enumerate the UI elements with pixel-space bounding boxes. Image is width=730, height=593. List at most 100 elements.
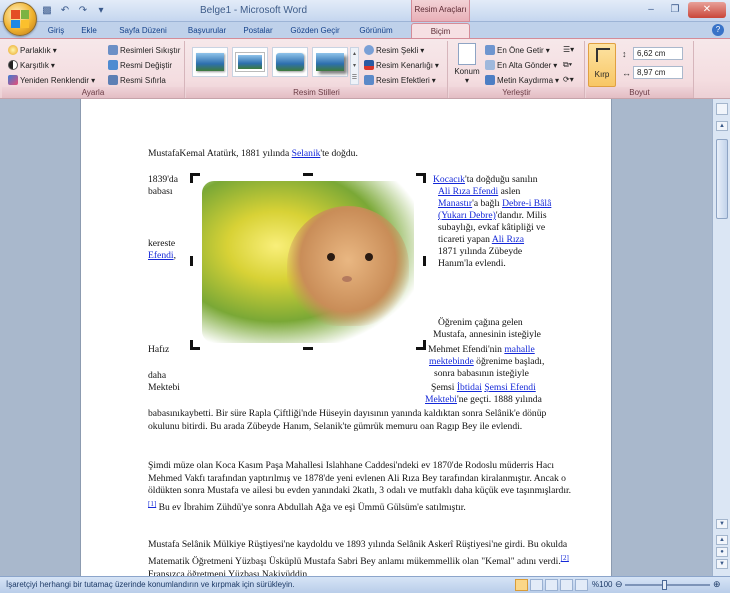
width-input[interactable]: 8,97 cm bbox=[633, 66, 683, 79]
picture-border-button[interactable]: Resim Kenarlığı ▾ bbox=[364, 60, 439, 70]
crop-handle-right[interactable] bbox=[416, 256, 426, 266]
crop-handle-top-left[interactable] bbox=[190, 173, 200, 183]
link-ibtidai[interactable]: İbtidai bbox=[457, 382, 482, 393]
picture-shape-button[interactable]: Resim Şekli ▾ bbox=[364, 45, 424, 55]
bring-to-front-button[interactable]: En Öne Getir ▾ bbox=[485, 45, 550, 55]
link-ali-riza[interactable]: Ali Rıza bbox=[492, 234, 524, 245]
close-icon[interactable]: ✕ bbox=[688, 2, 726, 18]
picture-effects-button[interactable]: Resim Efektleri ▾ bbox=[364, 75, 436, 85]
draft-view-icon[interactable] bbox=[575, 579, 588, 591]
zoom-slider[interactable] bbox=[625, 584, 710, 586]
help-icon[interactable]: ? bbox=[712, 24, 724, 36]
tab-giris[interactable]: Giriş bbox=[40, 23, 72, 38]
next-page-icon[interactable]: ▼ bbox=[716, 559, 728, 569]
right-text-13: sonra babasının isteğiyle bbox=[434, 368, 529, 379]
zoom-level[interactable]: %100 bbox=[592, 580, 612, 589]
recolor-button[interactable]: Yeniden Renklendir ▾ bbox=[8, 75, 95, 85]
web-layout-view-icon[interactable] bbox=[545, 579, 558, 591]
minimize-icon[interactable]: – bbox=[640, 2, 662, 18]
group-objects-icon[interactable]: ⧉▾ bbox=[563, 60, 572, 70]
picture-shape-label: Resim Şekli bbox=[376, 45, 419, 55]
print-layout-view-icon[interactable] bbox=[515, 579, 528, 591]
scroll-down-icon[interactable]: ▼ bbox=[716, 519, 728, 529]
link-mektebinde[interactable]: mektebinde bbox=[429, 356, 474, 367]
scroll-thumb[interactable] bbox=[716, 139, 728, 219]
link-kocacik[interactable]: Kocacık bbox=[433, 174, 465, 185]
crop-handle-top-right[interactable] bbox=[416, 173, 426, 183]
footnote-ref-1[interactable]: [1] bbox=[148, 500, 156, 508]
zoom-in-icon[interactable]: ⊕ bbox=[713, 579, 721, 590]
tab-bicim[interactable]: Biçim bbox=[411, 23, 470, 38]
view-buttons bbox=[515, 579, 588, 591]
previous-page-icon[interactable]: ▲ bbox=[716, 535, 728, 545]
align-icon[interactable]: ☰▾ bbox=[563, 45, 574, 54]
redo-icon[interactable]: ↷ bbox=[76, 4, 90, 18]
picture-style-4[interactable] bbox=[312, 47, 348, 77]
crop-handle-bottom-left[interactable] bbox=[190, 340, 200, 350]
link-mektebi[interactable]: Mektebi bbox=[425, 394, 457, 405]
picture-style-1[interactable] bbox=[192, 47, 228, 77]
office-button[interactable] bbox=[3, 2, 37, 36]
send-to-back-icon bbox=[485, 60, 495, 70]
right-text-1: Kocacık'ta doğduğu sanılın bbox=[433, 174, 538, 185]
tab-postalar[interactable]: Postalar bbox=[238, 23, 278, 38]
right-text-10: Mustafa, annesinin isteğiyle bbox=[433, 329, 541, 340]
left-text-1: 1839'da bbox=[148, 174, 178, 185]
crop-handle-bottom-right[interactable] bbox=[416, 340, 426, 350]
height-input[interactable]: 6,62 cm bbox=[633, 47, 683, 60]
link-semsi-efendi[interactable]: Şemsi Efendi bbox=[484, 382, 535, 393]
link-efendi[interactable]: Efendi bbox=[148, 250, 174, 261]
tab-basvurular[interactable]: Başvurular bbox=[180, 23, 234, 38]
rotate-icon[interactable]: ⟳▾ bbox=[563, 75, 574, 84]
link-manastir[interactable]: Manastır bbox=[438, 198, 472, 209]
title-bar: ▩ ↶ ↷ ▾ Belge1 - Microsoft Word Resim Ar… bbox=[0, 0, 730, 22]
full-screen-reading-view-icon[interactable] bbox=[530, 579, 543, 591]
scroll-up-icon[interactable]: ▲ bbox=[716, 121, 728, 131]
qat-customize-icon[interactable]: ▾ bbox=[94, 4, 108, 18]
picture-style-3[interactable] bbox=[272, 47, 308, 77]
brightness-button[interactable]: Parlaklık ▾ bbox=[8, 45, 57, 55]
crop-handle-bottom[interactable] bbox=[303, 340, 313, 350]
crop-handle-top[interactable] bbox=[303, 173, 313, 183]
link-ali-riza-efendi[interactable]: Ali Rıza Efendi bbox=[438, 186, 498, 197]
group-yerlestir: Konum ▾ En Öne Getir ▾ En Alta Gönder ▾ … bbox=[449, 41, 585, 98]
office-logo-icon bbox=[11, 10, 29, 28]
compress-pictures-button[interactable]: Resimleri Sıkıştır bbox=[108, 45, 180, 55]
contrast-label: Karşıtlık bbox=[20, 60, 49, 70]
contrast-icon bbox=[8, 60, 18, 70]
send-to-back-button[interactable]: En Alta Gönder ▾ bbox=[485, 60, 557, 70]
browse-object-icon[interactable]: ● bbox=[716, 547, 728, 557]
link-selanik[interactable]: Selanik bbox=[292, 148, 321, 159]
selected-picture[interactable] bbox=[190, 173, 426, 350]
ruler-toggle-icon[interactable] bbox=[716, 103, 728, 115]
change-picture-button[interactable]: Resmi Değiştir bbox=[108, 60, 172, 70]
tab-gozden-gecir[interactable]: Gözden Geçir bbox=[286, 23, 344, 38]
right-text-8: Hanım'la evlendi. bbox=[438, 258, 506, 269]
undo-icon[interactable]: ↶ bbox=[58, 4, 72, 18]
tab-ekle[interactable]: Ekle bbox=[76, 23, 102, 38]
link-yukari-debre[interactable]: (Yukarı Debre) bbox=[438, 210, 496, 221]
footnote-ref-2[interactable]: [2] bbox=[561, 554, 569, 562]
send-to-back-label: En Alta Gönder bbox=[497, 60, 552, 70]
crop-button[interactable]: Kırp bbox=[588, 43, 616, 87]
vertical-scrollbar[interactable]: ▲ ▼ ▲ ● ▼ bbox=[712, 99, 730, 576]
picture-styles-scroll[interactable]: ▴ ▾ ☰ bbox=[350, 47, 359, 85]
outline-view-icon[interactable] bbox=[560, 579, 573, 591]
zoom-out-icon[interactable]: ⊖ bbox=[615, 579, 623, 590]
restore-icon[interactable]: ❐ bbox=[664, 2, 686, 18]
text-wrapping-button[interactable]: Metin Kaydırma ▾ bbox=[485, 75, 559, 85]
save-icon[interactable]: ▩ bbox=[40, 4, 54, 18]
link-debre-i-bala[interactable]: Debre-i Bâlâ bbox=[502, 198, 551, 209]
picture-style-2[interactable] bbox=[232, 47, 268, 77]
contrast-button[interactable]: Karşıtlık ▾ bbox=[8, 60, 55, 70]
reset-picture-button[interactable]: Resmi Sıfırla bbox=[108, 75, 166, 85]
position-button[interactable]: Konum ▾ bbox=[452, 43, 482, 85]
group-label-resim-stilleri: Resim Stilleri bbox=[186, 87, 447, 98]
tab-sayfa-duzeni[interactable]: Sayfa Düzeni bbox=[112, 23, 174, 38]
zoom-slider-knob[interactable] bbox=[662, 580, 667, 590]
tab-gorunum[interactable]: Görünüm bbox=[354, 23, 398, 38]
crop-handle-left[interactable] bbox=[190, 256, 200, 266]
paragraph-2: babasınıkaybetti. Bir süre Rapla Çiftliğ… bbox=[148, 408, 547, 432]
link-mahalle[interactable]: mahalle bbox=[504, 344, 534, 355]
paragraph-3: Şimdi müze olan Koca Kasım Paşa Mahalles… bbox=[148, 460, 572, 514]
